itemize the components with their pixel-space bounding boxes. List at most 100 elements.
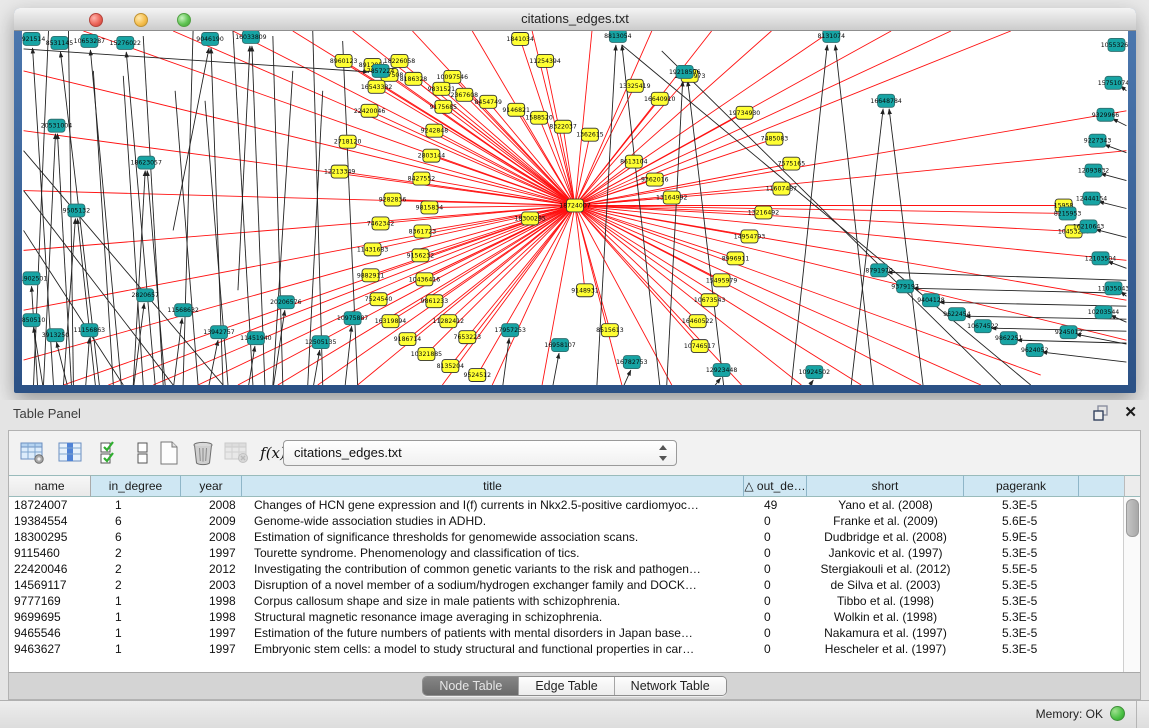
cell-year[interactable]: 2008: [181, 529, 242, 545]
cell-pagerank[interactable]: 5.6E-5: [964, 513, 1079, 529]
table-row[interactable]: 1938455462009Genome-wide association stu…: [9, 513, 1124, 529]
table-row[interactable]: 911546021997Tourette syndrome. Phenomeno…: [9, 545, 1124, 561]
cell-title[interactable]: Tourette syndrome. Phenomenology and cla…: [242, 545, 744, 561]
cell-short[interactable]: Nakamura et al. (1997): [807, 625, 964, 641]
unselect-all-columns-button[interactable]: [129, 439, 157, 467]
cell-name[interactable]: 14569117: [9, 577, 91, 593]
cell-name[interactable]: 9777169: [9, 593, 91, 609]
cell-year[interactable]: 1998: [181, 609, 242, 625]
cell-pagerank[interactable]: 5.3E-5: [964, 609, 1079, 625]
tab-edge-table[interactable]: Edge Table: [519, 677, 614, 695]
cell-short[interactable]: Yano et al. (2008): [807, 497, 964, 513]
close-panel-icon[interactable]: ✕: [1124, 405, 1137, 421]
column-header-out_de[interactable]: △ out_de…: [744, 475, 807, 497]
cell-short[interactable]: Hescheler et al. (1997): [807, 641, 964, 657]
network-canvas[interactable]: 1872400718300295896012389129551822605898…: [22, 31, 1128, 385]
cell-short[interactable]: Tibbo et al. (1998): [807, 593, 964, 609]
cell-name[interactable]: 9463627: [9, 641, 91, 657]
cell-year[interactable]: 2012: [181, 561, 242, 577]
cell-title[interactable]: Disruption of a novel member of a sodium…: [242, 577, 744, 593]
cell-pagerank[interactable]: 5.3E-5: [964, 625, 1079, 641]
cell-title[interactable]: Genome-wide association studies in ADHD.: [242, 513, 744, 529]
cell-title[interactable]: Embryonic stem cells: a model to study s…: [242, 641, 744, 657]
cell-out_de[interactable]: 0: [744, 529, 807, 545]
cell-in_degree[interactable]: 2: [91, 577, 181, 593]
cell-in_degree[interactable]: 2: [91, 545, 181, 561]
cell-out_de[interactable]: 0: [744, 625, 807, 641]
cell-in_degree[interactable]: 6: [91, 513, 181, 529]
cell-short[interactable]: Wolkin et al. (1998): [807, 609, 964, 625]
cell-short[interactable]: Dudbridge et al. (2008): [807, 529, 964, 545]
table-row[interactable]: 969969511998Structural magnetic resonanc…: [9, 609, 1124, 625]
memory-ok-indicator[interactable]: [1110, 706, 1125, 721]
table-row[interactable]: 946554611997Estimation of the future num…: [9, 625, 1124, 641]
cell-in_degree[interactable]: 1: [91, 593, 181, 609]
table-row[interactable]: 1456911722003Disruption of a novel membe…: [9, 577, 1124, 593]
cell-pagerank[interactable]: 5.3E-5: [964, 497, 1079, 513]
column-header-year[interactable]: year: [181, 475, 242, 497]
cell-year[interactable]: 2003: [181, 577, 242, 593]
cell-out_de[interactable]: 0: [744, 513, 807, 529]
cell-name[interactable]: 9465546: [9, 625, 91, 641]
cell-name[interactable]: 18300295: [9, 529, 91, 545]
cell-short[interactable]: Franke et al. (2009): [807, 513, 964, 529]
cell-in_degree[interactable]: 2: [91, 561, 181, 577]
cell-pagerank[interactable]: 5.9E-5: [964, 529, 1079, 545]
cell-out_de[interactable]: 0: [744, 545, 807, 561]
column-header-name[interactable]: name: [9, 475, 91, 497]
tab-node-table[interactable]: Node Table: [423, 677, 519, 695]
table-row[interactable]: 1830029562008Estimation of significance …: [9, 529, 1124, 545]
cell-out_de[interactable]: 0: [744, 641, 807, 657]
cell-in_degree[interactable]: 6: [91, 529, 181, 545]
cell-title[interactable]: Investigating the contribution of common…: [242, 561, 744, 577]
cell-out_de[interactable]: 0: [744, 609, 807, 625]
window-titlebar[interactable]: citations_edges.txt: [14, 8, 1136, 31]
network-table-select[interactable]: citations_edges.txt: [283, 440, 677, 466]
cell-out_de[interactable]: 49: [744, 497, 807, 513]
delete-columns-button[interactable]: [189, 439, 217, 467]
cell-name[interactable]: 9699695: [9, 609, 91, 625]
cell-pagerank[interactable]: 5.3E-5: [964, 545, 1079, 561]
column-header-title[interactable]: title: [242, 475, 744, 497]
cell-title[interactable]: Estimation of the future numbers of pati…: [242, 625, 744, 641]
cell-title[interactable]: Corpus callosum shape and size in male p…: [242, 593, 744, 609]
change-table-mode-button[interactable]: [19, 439, 47, 467]
cell-year[interactable]: 1997: [181, 641, 242, 657]
cell-out_de[interactable]: 0: [744, 577, 807, 593]
cell-out_de[interactable]: 0: [744, 593, 807, 609]
cell-pagerank[interactable]: 5.3E-5: [964, 577, 1079, 593]
create-column-button[interactable]: [155, 439, 183, 467]
cell-title[interactable]: Changes of HCN gene expression and I(f) …: [242, 497, 744, 513]
cell-year[interactable]: 1997: [181, 545, 242, 561]
float-panel-icon[interactable]: [1092, 405, 1110, 421]
column-header-short[interactable]: short: [807, 475, 964, 497]
cell-pagerank[interactable]: 5.5E-5: [964, 561, 1079, 577]
cell-short[interactable]: de Silva et al. (2003): [807, 577, 964, 593]
cell-short[interactable]: Jankovic et al. (1997): [807, 545, 964, 561]
cell-pagerank[interactable]: 5.3E-5: [964, 593, 1079, 609]
show-columns-button[interactable]: [57, 439, 85, 467]
vertical-scrollbar[interactable]: [1123, 497, 1140, 673]
cell-in_degree[interactable]: 1: [91, 609, 181, 625]
scrollbar-thumb[interactable]: [1126, 499, 1139, 537]
cell-in_degree[interactable]: 1: [91, 625, 181, 641]
cell-year[interactable]: 2008: [181, 497, 242, 513]
cell-short[interactable]: Stergiakouli et al. (2012): [807, 561, 964, 577]
cell-in_degree[interactable]: 1: [91, 497, 181, 513]
column-header-in_degree[interactable]: in_degree: [91, 475, 181, 497]
cell-name[interactable]: 19384554: [9, 513, 91, 529]
cell-name[interactable]: 9115460: [9, 545, 91, 561]
cell-title[interactable]: Structural magnetic resonance image aver…: [242, 609, 744, 625]
network-view[interactable]: 1872400718300295896012389129551822605898…: [22, 31, 1128, 385]
cell-year[interactable]: 1997: [181, 625, 242, 641]
select-all-columns-button[interactable]: [97, 439, 125, 467]
table-row[interactable]: 2242004622012Investigating the contribut…: [9, 561, 1124, 577]
column-header-pagerank[interactable]: pagerank: [964, 475, 1079, 497]
cell-name[interactable]: 22420046: [9, 561, 91, 577]
table-row[interactable]: 977716911998Corpus callosum shape and si…: [9, 593, 1124, 609]
table-row[interactable]: 1872400712008Changes of HCN gene express…: [9, 497, 1124, 513]
tab-network-table[interactable]: Network Table: [615, 677, 726, 695]
cell-pagerank[interactable]: 5.3E-5: [964, 641, 1079, 657]
cell-name[interactable]: 18724007: [9, 497, 91, 513]
cell-year[interactable]: 1998: [181, 593, 242, 609]
